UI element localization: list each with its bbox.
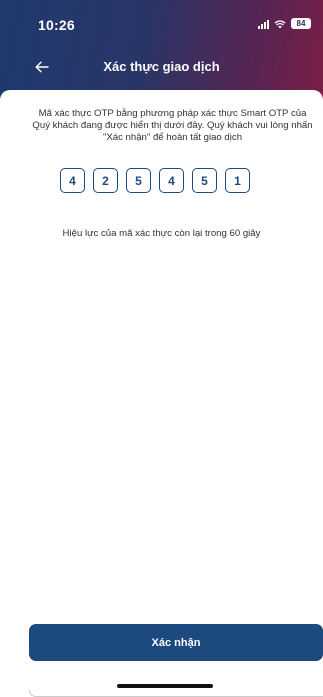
- page-title: Xác thực giao dịch: [103, 59, 220, 74]
- home-indicator[interactable]: [117, 684, 213, 688]
- status-bar: 10:26 84: [0, 0, 323, 44]
- otp-instructions: Mã xác thực OTP bằng phương pháp xác thự…: [32, 108, 313, 143]
- screen: 10:26 84 Xác thực giao dịch Mã xác thực …: [0, 0, 323, 697]
- confirm-button[interactable]: Xác nhận: [29, 624, 323, 661]
- otp-digit: 1: [225, 168, 250, 193]
- wifi-icon: [274, 19, 286, 28]
- status-icons: 84: [258, 18, 311, 29]
- nav-bar: Xác thực giao dịch: [0, 52, 323, 82]
- battery-icon: 84: [291, 18, 311, 29]
- otp-digit: 5: [192, 168, 217, 193]
- header: 10:26 84 Xác thực giao dịch: [0, 0, 323, 100]
- status-time: 10:26: [38, 17, 75, 33]
- signal-icon: [258, 19, 269, 29]
- otp-digit: 4: [159, 168, 184, 193]
- otp-digit: 5: [126, 168, 151, 193]
- otp-digit: 4: [60, 168, 85, 193]
- otp-code: 4 2 5 4 5 1: [60, 168, 250, 193]
- validity-countdown: Hiệu lực của mã xác thực còn lại trong 6…: [62, 228, 261, 239]
- content-card: Mã xác thực OTP bằng phương pháp xác thự…: [0, 90, 323, 697]
- otp-digit: 2: [93, 168, 118, 193]
- bottom-edge: [29, 690, 323, 697]
